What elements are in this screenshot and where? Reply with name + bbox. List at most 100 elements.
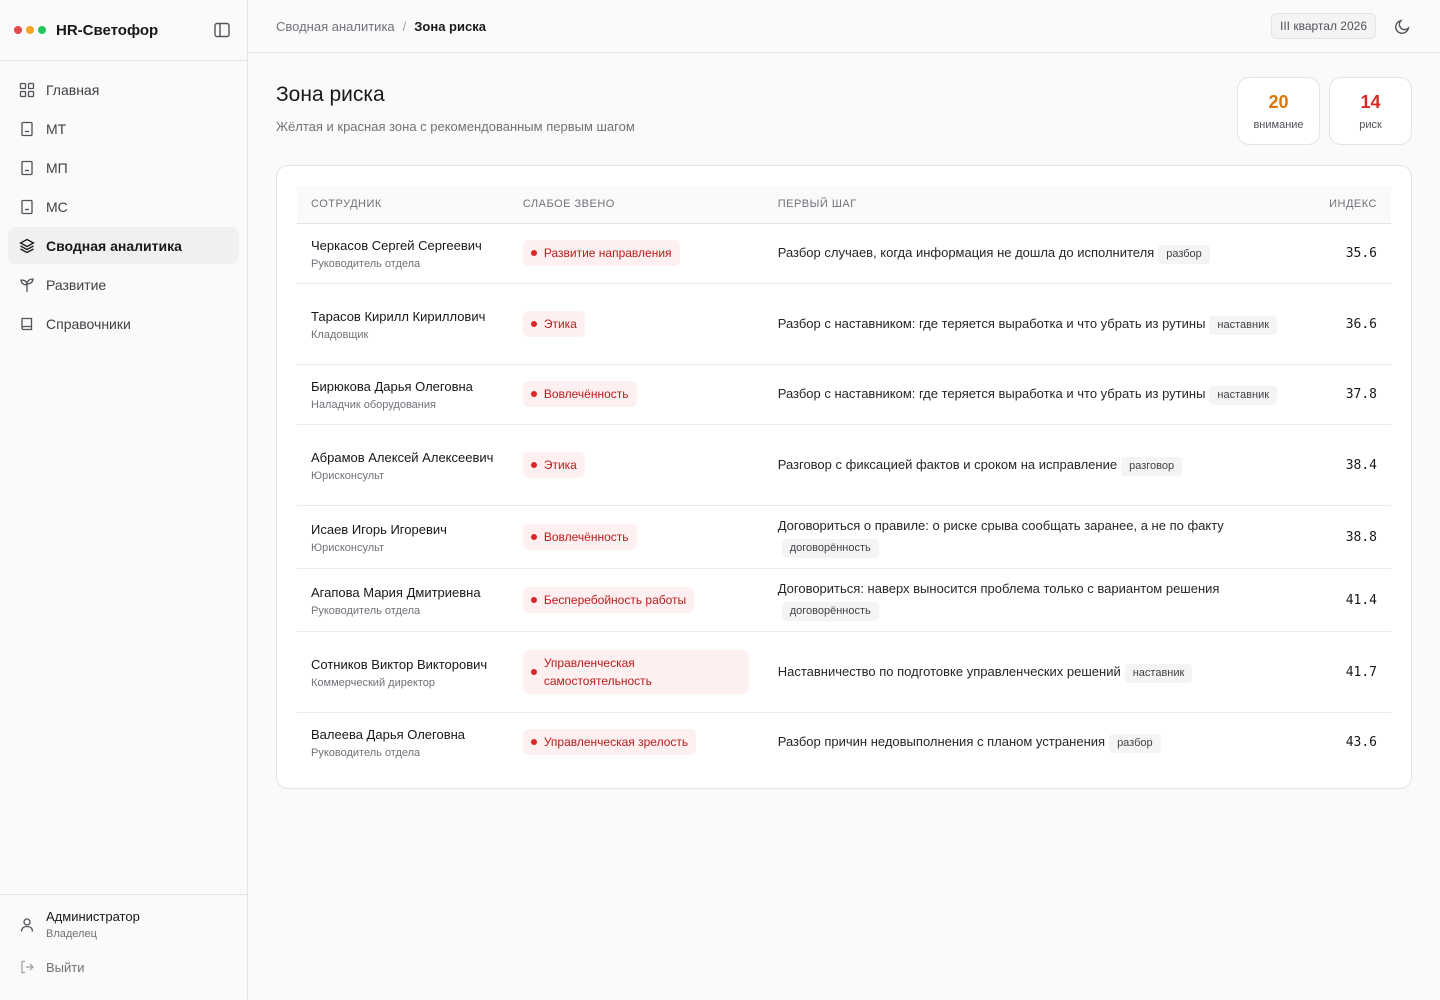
cell-index: 41.7 (1315, 631, 1391, 713)
cell-weak-link: Управленческая самостоятельность (508, 631, 764, 713)
first-step-text: Договориться о правиле: о риске срыва со… (777, 518, 1224, 533)
cell-employee: Валеева Дарья Олеговна Руководитель отде… (297, 712, 509, 772)
cell-first-step: Разговор с фиксацией фактов и сроком на … (763, 424, 1316, 506)
weak-link-badge: Управленческая самостоятельность (522, 649, 749, 694)
employee-name[interactable]: Валеева Дарья Олеговна (311, 725, 495, 745)
sidebar-item-mp[interactable]: МП (8, 149, 239, 186)
index-value: 43.6 (1345, 735, 1377, 751)
stats: 20 внимание 14 риск (1237, 77, 1412, 145)
sidebar-item-mt[interactable]: МТ (8, 110, 239, 147)
sidebar-footer: Администратор Владелец Выйти (0, 894, 247, 1000)
table-row[interactable]: Сотников Виктор Викторович Коммерческий … (297, 631, 1391, 713)
employee-name[interactable]: Сотников Виктор Викторович (311, 655, 495, 675)
risk-table: СОТРУДНИК СЛАБОЕ ЗВЕНО ПЕРВЫЙ ШАГ ИНДЕКС… (297, 186, 1391, 772)
cell-index: 36.6 (1315, 283, 1391, 365)
weak-link-label: Управленческая зрелость (543, 735, 689, 750)
logout-icon (18, 958, 36, 976)
building-icon (18, 120, 36, 138)
index-value: 36.6 (1345, 316, 1377, 332)
table-header-row: СОТРУДНИК СЛАБОЕ ЗВЕНО ПЕРВЫЙ ШАГ ИНДЕКС (297, 186, 1391, 224)
breadcrumb-separator: / (402, 18, 407, 34)
sidebar-item-summary-analytics[interactable]: Сводная аналитика (8, 227, 239, 264)
employee-position: Юрисконсульт (311, 469, 385, 482)
first-step-text: Разговор с фиксацией фактов и сроком на … (777, 456, 1118, 472)
step-tag: наставник (1209, 315, 1278, 335)
sidebar-item-ms[interactable]: МС (8, 188, 239, 225)
cell-employee: Бирюкова Дарья Олеговна Наладчик оборудо… (297, 364, 509, 425)
breadcrumb-current: Зона риска (414, 18, 486, 34)
col-header-weak: СЛАБОЕ ЗВЕНО (508, 186, 764, 224)
brand: HR-Светофор (0, 0, 247, 61)
risk-dot-icon (530, 250, 537, 256)
risk-dot-icon (530, 320, 537, 327)
table-row[interactable]: Валеева Дарья Олеговна Руководитель отде… (297, 712, 1391, 772)
cell-index: 43.6 (1315, 712, 1391, 772)
col-header-index[interactable]: ИНДЕКС (1315, 186, 1391, 224)
risk-dot-icon (530, 391, 537, 397)
employee-name[interactable]: Агапова Мария Дмитриевна (311, 583, 495, 603)
employee-name[interactable]: Тарасов Кирилл Кириллович (311, 307, 495, 327)
logout-button[interactable]: Выйти (18, 958, 229, 976)
employee-name[interactable]: Исаев Игорь Игоревич (311, 520, 495, 540)
weak-link-label: Этика (543, 457, 577, 472)
step-tag: разбор (1158, 245, 1210, 264)
cell-employee: Сотников Виктор Викторович Коммерческий … (297, 631, 509, 713)
user-profile[interactable]: Администратор Владелец (18, 909, 229, 940)
weak-link-label: Развитие направления (543, 246, 672, 260)
sidebar-item-label: Справочники (46, 315, 131, 332)
col-header-step: ПЕРВЫЙ ШАГ (763, 186, 1316, 224)
weak-link-label: Вовлечённость (543, 529, 629, 544)
sidebar-item-label: МП (46, 159, 68, 176)
sidebar-item-development[interactable]: Развитие (8, 266, 239, 303)
sidebar-item-label: Главная (46, 81, 100, 98)
step-tag: разбор (1109, 734, 1161, 754)
table-row[interactable]: Тарасов Кирилл Кириллович Кладовщик Этик… (297, 283, 1391, 365)
weak-link-badge: Бесперебойность работы (522, 586, 695, 613)
risk-dot-icon (530, 739, 537, 746)
breadcrumb-parent[interactable]: Сводная аналитика (276, 19, 395, 34)
sprout-icon (18, 276, 36, 294)
cell-index: 35.6 (1315, 223, 1391, 284)
sidebar-nav: Главная МТ МП МС Сводная аналитика Разви… (0, 61, 247, 354)
page-subtitle: Жёлтая и красная зона с рекомендованным … (276, 119, 635, 134)
moon-icon[interactable] (1392, 16, 1412, 36)
index-value: 37.8 (1345, 387, 1377, 402)
user-name: Администратор (46, 909, 140, 924)
employee-name[interactable]: Абрамов Алексей Алексеевич (311, 448, 495, 468)
employee-name[interactable]: Бирюкова Дарья Олеговна (311, 377, 495, 397)
period-selector[interactable]: III квартал 2026 (1271, 13, 1376, 39)
sidebar-item-references[interactable]: Справочники (8, 305, 239, 342)
cell-weak-link: Этика (508, 424, 764, 506)
first-step-text: Договориться: наверх выносится проблема … (777, 581, 1220, 596)
weak-link-label: Вовлечённость (543, 387, 629, 401)
page-title: Зона риска (276, 83, 385, 106)
table-row[interactable]: Черкасов Сергей Сергеевич Руководитель о… (297, 223, 1391, 284)
weak-link-badge: Развитие направления (522, 240, 680, 266)
cell-first-step: Разбор случаев, когда информация не дошл… (763, 223, 1316, 284)
cell-index: 41.4 (1315, 568, 1391, 632)
book-icon (18, 315, 36, 333)
traffic-light-logo (14, 26, 46, 34)
app-title: HR-Светофор (56, 21, 159, 39)
table-row[interactable]: Бирюкова Дарья Олеговна Наладчик оборудо… (297, 364, 1391, 425)
first-step-text: Разбор причин недовыполнения с планом ус… (777, 734, 1106, 750)
table-row[interactable]: Абрамов Алексей Алексеевич Юрисконсульт … (297, 424, 1391, 506)
employee-name[interactable]: Черкасов Сергей Сергеевич (311, 236, 495, 256)
cell-weak-link: Развитие направления (508, 223, 764, 284)
cell-first-step: Разбор причин недовыполнения с планом ус… (764, 712, 1315, 772)
yellow-dot (26, 26, 34, 34)
red-dot (14, 26, 22, 34)
employee-position: Кладовщик (311, 328, 369, 341)
first-step-text: Наставничество по подготовке управленчес… (777, 663, 1121, 679)
cell-first-step: Договориться о правиле: о риске срыва со… (763, 505, 1316, 569)
first-step-text: Разбор с наставником: где теряется выраб… (777, 386, 1206, 401)
grid-icon (18, 81, 36, 99)
sidebar-item-home[interactable]: Главная (8, 71, 239, 108)
first-step-text: Разбор с наставником: где теряется выраб… (777, 315, 1206, 331)
sidebar-toggle-icon[interactable] (211, 19, 233, 41)
stat-risk-value: 14 (1360, 91, 1381, 112)
table-row[interactable]: Исаев Игорь Игоревич Юрисконсульт Вовлеч… (297, 505, 1391, 569)
risk-dot-icon (530, 461, 537, 468)
table-row[interactable]: Агапова Мария Дмитриевна Руководитель от… (297, 568, 1391, 632)
weak-link-label: Бесперебойность работы (543, 592, 687, 607)
